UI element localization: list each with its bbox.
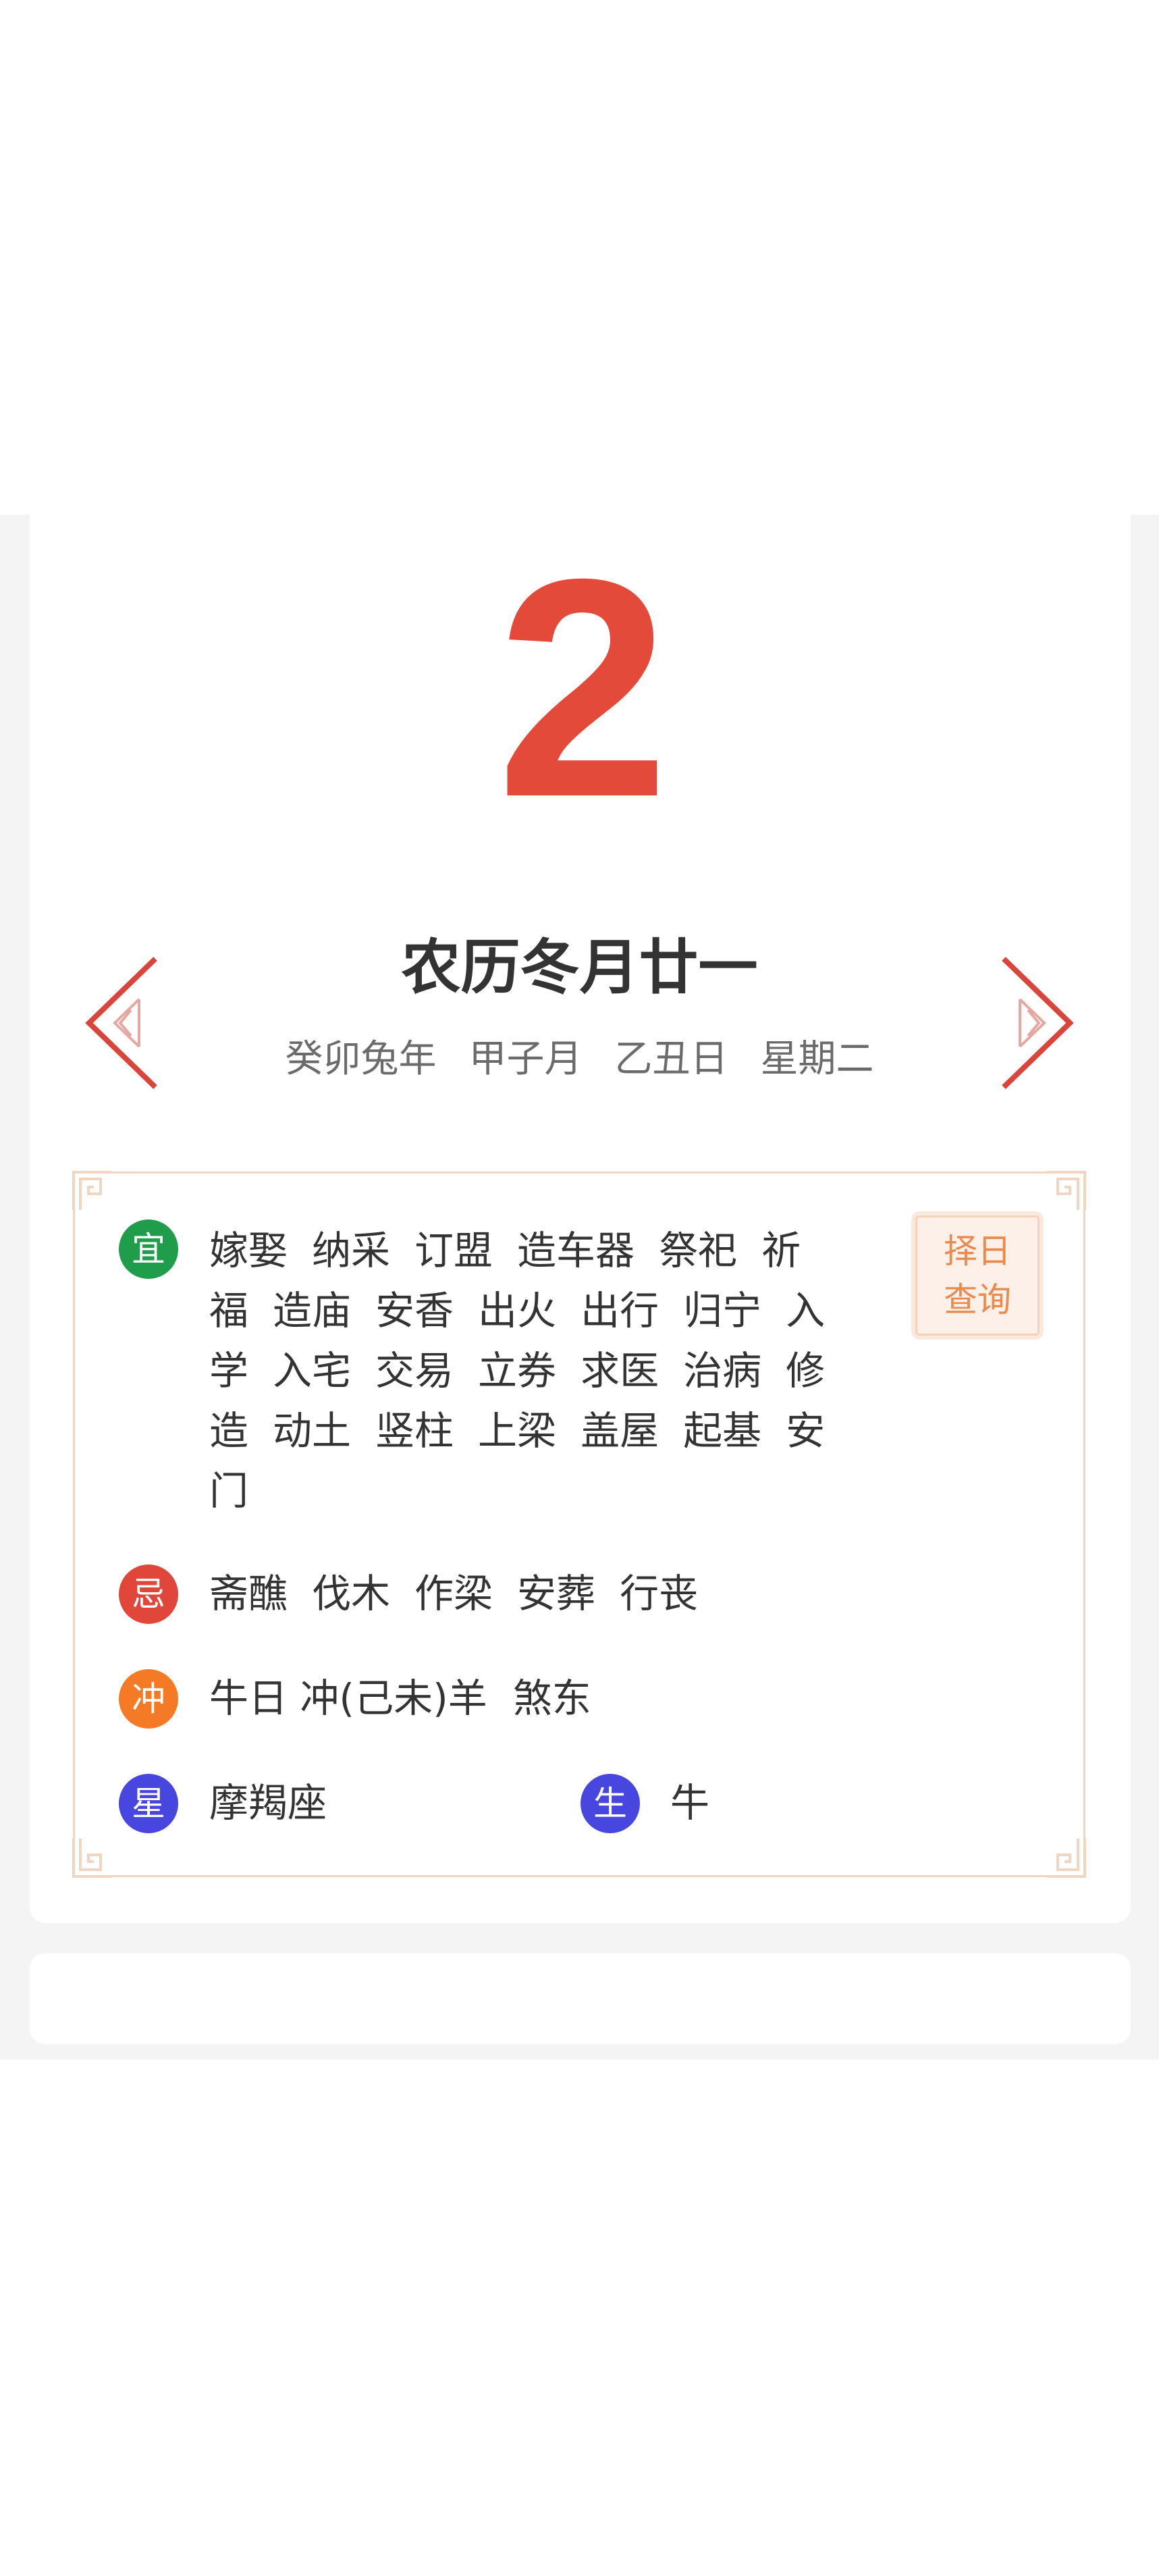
frame-corner-ornament bbox=[72, 1171, 111, 1210]
yi-badge: 宜 bbox=[119, 1219, 178, 1279]
yi-item: 造庙 bbox=[273, 1288, 352, 1334]
yi-item: 上梁 bbox=[478, 1408, 557, 1454]
weekday: 星期二 bbox=[760, 1037, 874, 1081]
yi-item: 立券 bbox=[478, 1348, 557, 1394]
yi-item: 起基 bbox=[683, 1408, 762, 1454]
lunar-date: 农历冬月廿一 bbox=[401, 932, 758, 1002]
frame-corner-ornament bbox=[1047, 1839, 1086, 1878]
yi-item: 出行 bbox=[581, 1288, 659, 1334]
day-number: 2 bbox=[496, 515, 670, 862]
yi-item: 祭祀 bbox=[659, 1228, 738, 1273]
month-ganzhi: 甲子月 bbox=[468, 1037, 583, 1081]
chong-text: 牛日 冲(己未)羊 bbox=[209, 1675, 487, 1721]
secondary-card bbox=[30, 1953, 1131, 2044]
sheng-badge: 生 bbox=[581, 1774, 640, 1833]
prev-day-button[interactable] bbox=[81, 952, 162, 1094]
frame-corner-ornament bbox=[1047, 1171, 1086, 1210]
yi-item: 归宁 bbox=[683, 1288, 762, 1334]
ji-list: 斋醮 伐木 作梁 安葬 行丧 bbox=[209, 1564, 722, 1624]
yi-item: 竖柱 bbox=[375, 1408, 454, 1454]
yi-item: 纳采 bbox=[312, 1228, 391, 1273]
ji-item: 伐木 bbox=[312, 1571, 391, 1616]
select-day-button[interactable]: 择日 查询 bbox=[915, 1215, 1040, 1336]
constellation: 摩羯座 bbox=[209, 1780, 327, 1826]
ji-item: 行丧 bbox=[620, 1571, 699, 1616]
yi-item: 嫁娶 bbox=[209, 1228, 288, 1273]
yi-item: 交易 bbox=[375, 1348, 454, 1394]
yi-item: 出火 bbox=[478, 1288, 557, 1334]
chevron-left-icon bbox=[85, 957, 157, 1089]
next-day-button[interactable] bbox=[997, 952, 1078, 1094]
chong-badge: 冲 bbox=[119, 1669, 178, 1729]
year-ganzhi: 癸卯兔年 bbox=[285, 1037, 437, 1081]
yi-item: 求医 bbox=[581, 1348, 659, 1394]
chong-line: 牛日 冲(己未)羊 煞东 bbox=[209, 1668, 591, 1729]
yi-item: 治病 bbox=[683, 1348, 762, 1394]
yi-item: 入宅 bbox=[273, 1348, 352, 1394]
frame-corner-ornament bbox=[72, 1839, 111, 1878]
ji-item: 安葬 bbox=[517, 1571, 596, 1616]
ji-item: 斋醮 bbox=[209, 1571, 288, 1616]
sha-text: 煞东 bbox=[512, 1675, 591, 1721]
ji-badge: 忌 bbox=[119, 1565, 178, 1624]
yi-item: 安香 bbox=[375, 1288, 454, 1334]
ganzhi-info: 癸卯兔年 甲子月 乙丑日 星期二 bbox=[0, 1036, 1159, 1083]
zodiac-animal: 牛 bbox=[670, 1780, 710, 1826]
yi-item: 盖屋 bbox=[581, 1408, 659, 1454]
yi-item: 订盟 bbox=[414, 1228, 493, 1273]
chevron-right-icon bbox=[1002, 957, 1074, 1089]
yi-item: 造车器 bbox=[517, 1228, 635, 1273]
yi-item: 动土 bbox=[273, 1408, 352, 1454]
day-ganzhi: 乙丑日 bbox=[614, 1037, 728, 1081]
yi-list: 嫁娶 纳采 订盟 造车器 祭祀 祈福 造庙 安香 出火 出行 归宁 入学 入宅 交易 立券 求医 治病 修造 动土竖… bbox=[209, 1221, 851, 1521]
ji-item: 作梁 bbox=[414, 1571, 493, 1616]
xing-badge: 星 bbox=[119, 1774, 178, 1833]
